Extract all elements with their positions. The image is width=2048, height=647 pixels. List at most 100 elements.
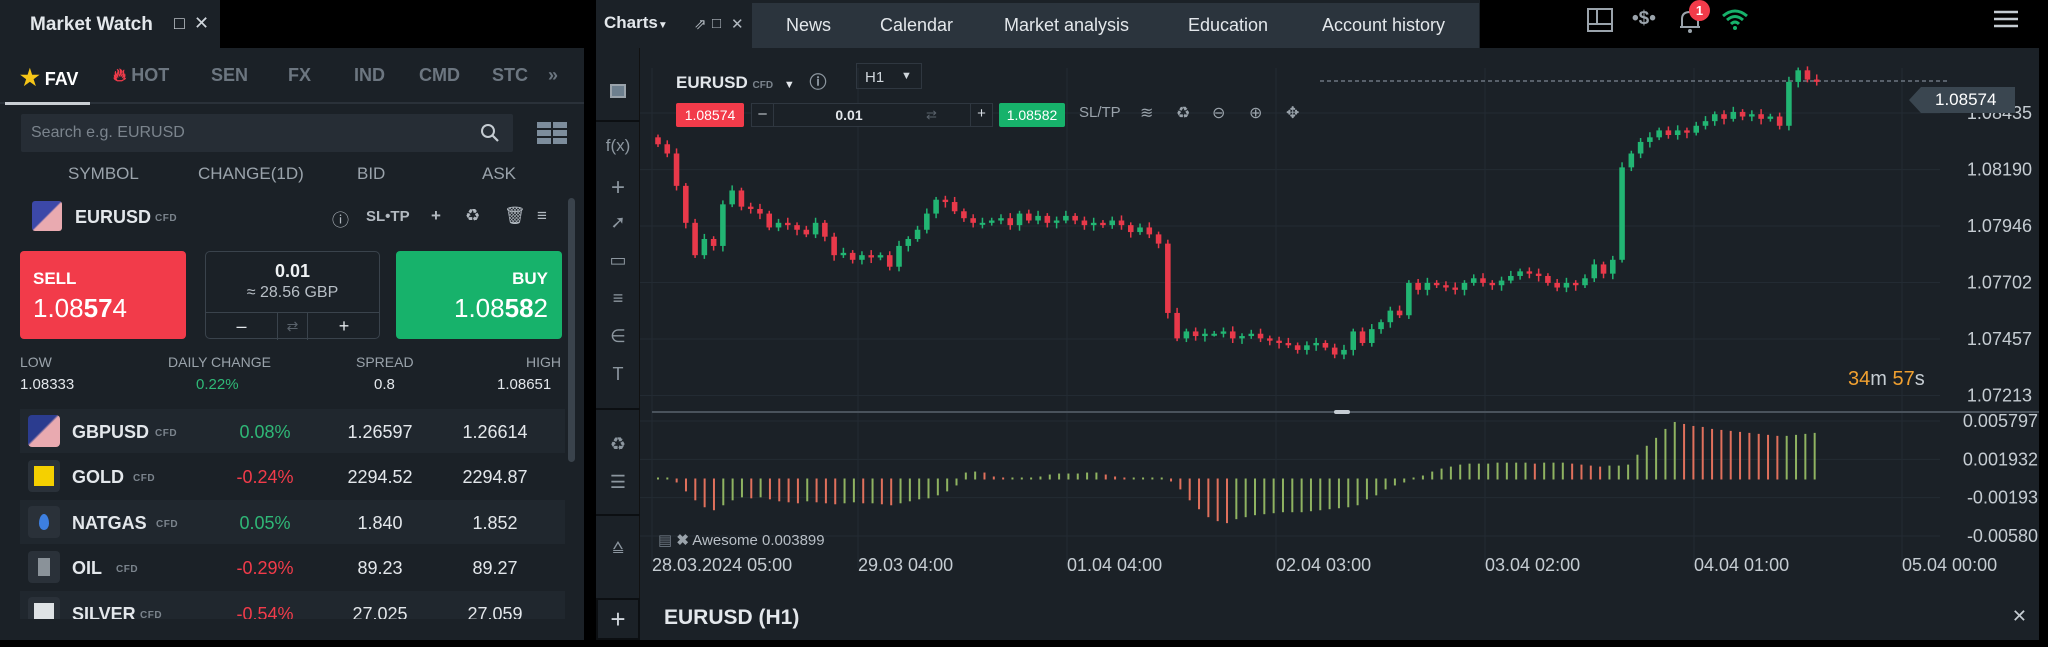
move-icon[interactable]: ✥ bbox=[1286, 103, 1299, 123]
tab-hot[interactable]: 🔥︎ HOT bbox=[113, 65, 169, 86]
column-header-ask[interactable]: ASK bbox=[482, 164, 516, 184]
candles-icon[interactable]: ♻︎ bbox=[465, 206, 480, 226]
uk-us-flag-icon bbox=[28, 415, 60, 447]
close-chart-tab-icon[interactable]: ✕ bbox=[2012, 606, 2027, 627]
candle bbox=[784, 222, 791, 226]
buy-button[interactable]: BUY 1.08582 bbox=[396, 251, 562, 339]
indicators-icon[interactable]: ♻︎ bbox=[604, 434, 632, 462]
text-icon[interactable]: T bbox=[604, 364, 632, 392]
hamburger-menu-icon[interactable] bbox=[1993, 10, 2019, 28]
column-header-symbol[interactable]: SYMBOL bbox=[68, 164, 139, 184]
zoom-out-icon[interactable]: ⊖ bbox=[1212, 103, 1225, 123]
double-chevron-right-icon[interactable]: » bbox=[548, 65, 558, 86]
add-to-list-icon[interactable]: ≡ bbox=[537, 206, 547, 226]
decrease-volume-button[interactable]: – bbox=[206, 313, 278, 340]
candles-icon[interactable]: ♻︎ bbox=[1176, 103, 1190, 123]
swap-icon[interactable]: ⇄ bbox=[926, 107, 937, 123]
trash-icon[interactable]: 🗑︎ bbox=[504, 206, 526, 226]
column-header-bid[interactable]: BID bbox=[357, 164, 385, 184]
tab-cmd[interactable]: CMD bbox=[419, 65, 460, 86]
tab-ind[interactable]: IND bbox=[354, 65, 385, 86]
list-item[interactable]: NATGAS CFD 0.05% 1.840 1.852 bbox=[20, 500, 565, 544]
grid-view-icon[interactable] bbox=[537, 122, 567, 144]
scrollbar[interactable] bbox=[568, 198, 575, 462]
list-item[interactable]: GOLD CFD -0.24% 2294.52 2294.87 bbox=[20, 454, 565, 498]
crosshair-icon[interactable]: + bbox=[604, 174, 632, 202]
close-icon[interactable]: ✕ bbox=[731, 15, 744, 33]
symbol-selector[interactable]: EURUSD CFD ▼ ⓘ bbox=[676, 68, 826, 93]
rectangle-icon[interactable]: ▭ bbox=[604, 250, 632, 278]
function-icon[interactable]: f(x) bbox=[604, 136, 632, 164]
tab-sen[interactable]: SEN bbox=[211, 65, 248, 86]
candle bbox=[905, 239, 912, 246]
pitchfork-icon[interactable]: ∈ bbox=[604, 326, 632, 354]
candle bbox=[1758, 114, 1764, 119]
increase-volume-button[interactable]: + bbox=[308, 313, 380, 340]
quick-buy-button[interactable]: 1.08582 bbox=[999, 103, 1065, 127]
candle bbox=[1591, 264, 1598, 279]
candle bbox=[1786, 81, 1792, 126]
layers-icon[interactable]: ☰ bbox=[604, 472, 632, 500]
candle bbox=[710, 239, 717, 246]
add-chart-tab-button[interactable]: + bbox=[596, 598, 640, 640]
sell-button[interactable]: SELL 1.08574 bbox=[20, 251, 186, 339]
fibonacci-icon[interactable]: ≡ bbox=[604, 288, 632, 316]
nav-news[interactable]: News bbox=[786, 15, 831, 36]
add-icon[interactable]: + bbox=[431, 206, 441, 226]
market-watch-title: Market Watch bbox=[30, 14, 153, 35]
sell-label: SELL bbox=[33, 269, 77, 288]
timeframe-selector[interactable]: H1 ▼ bbox=[856, 63, 922, 89]
charts-tab[interactable]: Charts▼ bbox=[604, 13, 668, 33]
tab-fx[interactable]: FX bbox=[288, 65, 311, 86]
volume-value[interactable]: 0.01 bbox=[206, 261, 379, 282]
swap-icon[interactable]: ⇄ bbox=[278, 313, 308, 340]
indicator-remove-icon[interactable]: ✖ bbox=[676, 532, 689, 549]
nav-education[interactable]: Education bbox=[1188, 15, 1268, 36]
tab-stc[interactable]: STC bbox=[492, 65, 528, 86]
candle bbox=[1053, 220, 1060, 223]
square-icon[interactable] bbox=[604, 78, 632, 106]
price-chart[interactable]: 1.084351.081901.079461.077021.074571.072… bbox=[640, 48, 2039, 598]
candle bbox=[1433, 282, 1440, 286]
close-icon[interactable]: ✕ bbox=[194, 13, 209, 34]
info-icon[interactable]: ⓘ bbox=[332, 206, 349, 231]
deposit-icon[interactable]: •$• bbox=[1632, 8, 1656, 30]
layout-icon[interactable] bbox=[1587, 8, 1613, 32]
candle bbox=[1313, 342, 1319, 346]
search-icon[interactable] bbox=[479, 122, 501, 144]
maximize-icon[interactable]: □ bbox=[712, 15, 721, 32]
cfd-tag: CFD bbox=[155, 213, 178, 224]
trendline-icon[interactable]: ➚ bbox=[604, 212, 632, 240]
list-item[interactable]: OIL CFD -0.29% 89.23 89.27 bbox=[20, 545, 565, 589]
candle bbox=[1610, 259, 1616, 274]
sltp-button[interactable]: SL/TP bbox=[1079, 104, 1121, 121]
share-icon[interactable]: ⩠ bbox=[604, 536, 632, 564]
decrease-volume-button[interactable]: – bbox=[752, 104, 774, 126]
nav-account-history[interactable]: Account history bbox=[1322, 15, 1445, 36]
list-item[interactable]: SILVER CFD -0.54% 27.025 27.059 bbox=[20, 591, 565, 619]
candle bbox=[1118, 220, 1125, 226]
quick-sell-button[interactable]: 1.08574 bbox=[676, 103, 744, 127]
search-input[interactable] bbox=[31, 114, 471, 152]
maximize-icon[interactable]: □ bbox=[174, 13, 185, 34]
selected-symbol-name: EURUSD bbox=[75, 207, 152, 227]
candle bbox=[664, 144, 671, 154]
increase-volume-button[interactable]: + bbox=[970, 104, 992, 126]
popout-icon[interactable]: ⇗ bbox=[694, 15, 707, 33]
candle bbox=[1202, 333, 1208, 337]
nav-market-analysis[interactable]: Market analysis bbox=[1004, 15, 1129, 36]
tab-fav[interactable]: ★ FAV bbox=[20, 65, 78, 91]
column-header-change[interactable]: CHANGE(1D) bbox=[198, 164, 304, 184]
list-item[interactable]: GBPUSD CFD 0.08% 1.26597 1.26614 bbox=[20, 409, 565, 453]
market-watch-panel: ★ FAV 🔥︎ HOT SEN FX IND CMD STC » SYMBOL… bbox=[0, 48, 584, 640]
zoom-in-icon[interactable]: ⊕ bbox=[1249, 103, 1262, 123]
volume-margin: ≈ 28.56 GBP bbox=[246, 284, 339, 301]
volume-box: 0.01 ≈ 28.56 GBP – ⇄ + bbox=[205, 251, 380, 340]
volume-input[interactable]: 0.01 bbox=[774, 104, 924, 126]
sltp-button[interactable]: SL•TP bbox=[366, 208, 410, 225]
chevron-down-icon: ▼ bbox=[657, 20, 668, 31]
nav-calendar[interactable]: Calendar bbox=[880, 15, 953, 36]
chart-tab[interactable]: EURUSD (H1) bbox=[664, 606, 799, 630]
line-chart-icon[interactable]: ≋ bbox=[1140, 103, 1153, 123]
indicator-settings-icon[interactable]: ▤ bbox=[658, 532, 672, 549]
